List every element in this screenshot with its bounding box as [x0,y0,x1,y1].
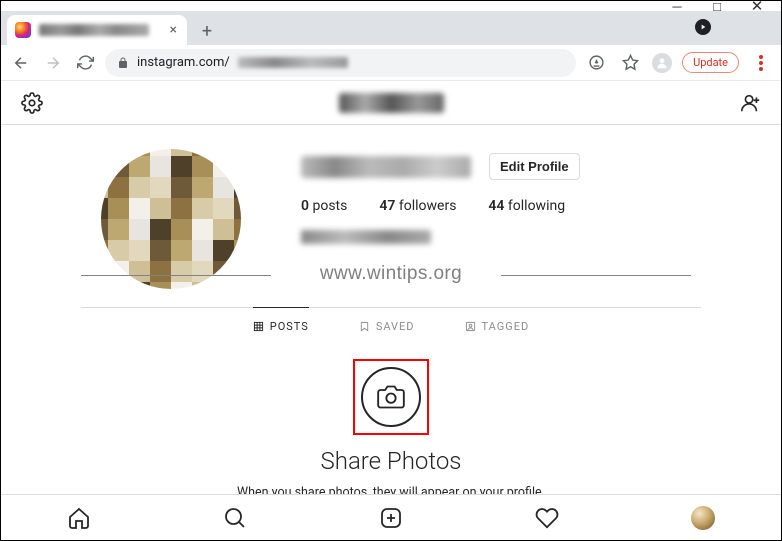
tab-tagged[interactable]: TAGGED [465,320,530,333]
window-close-button[interactable]: ✕ [737,1,777,11]
nav-new-post[interactable] [378,505,404,531]
profile-section: Edit Profile 0 posts 47 followers 44 fol… [1,125,781,307]
instagram-favicon [15,22,31,38]
new-tab-button[interactable]: + [193,17,221,45]
empty-title: Share Photos [1,447,781,475]
posts-stat[interactable]: 0 posts [301,198,347,214]
profile-content-tabs: POSTS SAVED TAGGED [81,307,701,345]
gear-icon[interactable] [21,92,43,114]
followers-stat[interactable]: 47 followers [379,198,456,214]
heart-icon [535,506,559,530]
reload-button[interactable] [73,51,97,75]
window-titlebar: ─ □ ✕ [1,1,781,11]
tab-saved[interactable]: SAVED [359,320,415,333]
window-minimize-button[interactable]: ─ [657,1,697,11]
browser-tab-strip: × + [1,11,781,45]
fullname-blurred [301,230,431,244]
profile-picture[interactable] [101,149,241,289]
camera-highlight-box [353,359,429,435]
profile-stats: 0 posts 47 followers 44 following [301,198,701,214]
plus-square-icon [379,506,403,530]
watermark-line [81,275,271,276]
edit-profile-button[interactable]: Edit Profile [489,153,580,180]
search-icon [223,506,247,530]
chrome-profile-avatar[interactable] [652,53,672,73]
chrome-update-button[interactable]: Update [682,52,739,73]
lock-icon [117,57,129,69]
instagram-logo-blurred [339,93,444,113]
tab-title-blurred [39,24,149,36]
forward-button[interactable] [41,51,65,75]
back-button[interactable] [9,51,33,75]
tab-posts[interactable]: POSTS [253,307,309,345]
bookmark-icon [359,321,370,332]
address-bar[interactable]: instagram.com/ [105,49,576,77]
discover-people-icon[interactable] [739,92,761,114]
nav-search[interactable] [222,505,248,531]
install-app-icon[interactable] [584,51,608,75]
instagram-header [1,81,781,125]
nav-home[interactable] [66,505,92,531]
tab-close-icon[interactable]: × [170,22,177,38]
tagged-icon [465,321,476,332]
browser-toolbar: instagram.com/ Update [1,45,781,81]
nav-profile[interactable] [690,505,716,531]
username-blurred [301,156,471,178]
url-host: instagram.com/ [137,55,230,70]
window-maximize-button[interactable]: □ [697,1,737,11]
watermark-line [501,275,691,276]
home-icon [67,506,91,530]
following-stat[interactable]: 44 following [488,198,565,214]
url-path-blurred [238,57,348,68]
nav-activity[interactable] [534,505,560,531]
chrome-menu-icon[interactable] [749,51,773,75]
browser-tab-active[interactable]: × [7,15,187,45]
camera-circle-icon[interactable] [361,367,421,427]
grid-icon [253,321,264,332]
bottom-nav [1,494,781,540]
camera-icon [377,383,405,411]
media-control-icon[interactable] [695,19,711,35]
profile-avatar-icon [691,506,715,530]
bookmark-star-icon[interactable] [618,51,642,75]
